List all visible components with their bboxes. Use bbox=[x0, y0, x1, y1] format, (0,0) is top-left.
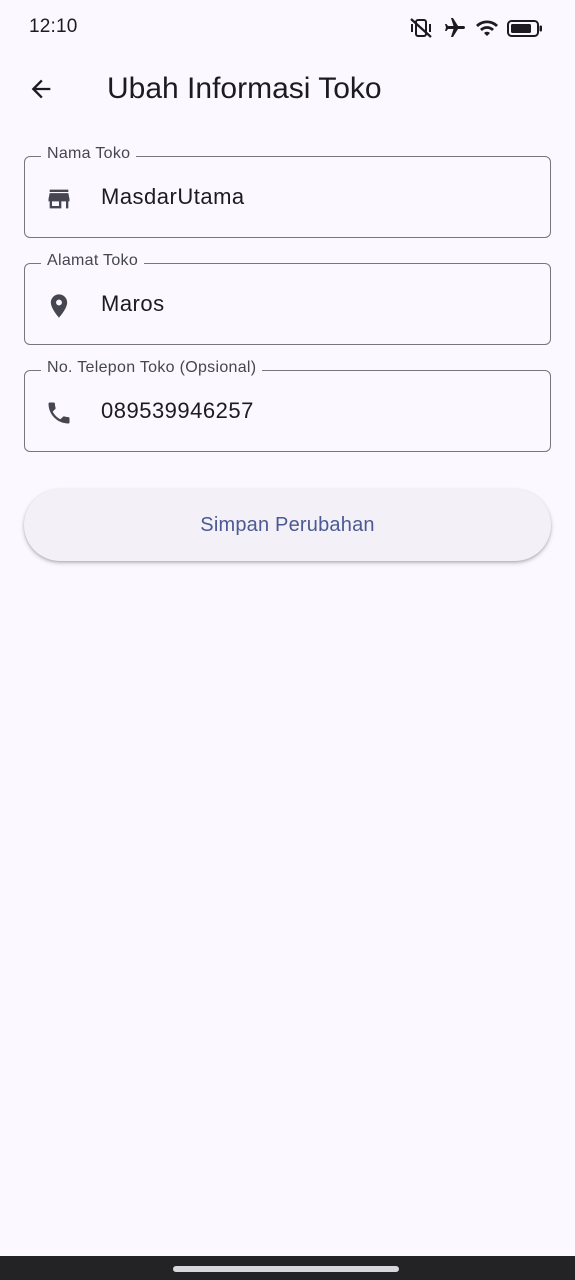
location-pin-icon bbox=[45, 292, 73, 320]
page-title: Ubah Informasi Toko bbox=[107, 72, 382, 105]
store-address-field[interactable]: Alamat Toko bbox=[24, 252, 551, 345]
back-button[interactable] bbox=[17, 67, 65, 115]
store-icon bbox=[45, 185, 73, 213]
airplane-icon bbox=[443, 16, 467, 40]
store-name-input[interactable] bbox=[101, 179, 531, 215]
store-name-label: Nama Toko bbox=[41, 145, 137, 163]
phone-icon bbox=[45, 399, 73, 427]
wifi-icon bbox=[475, 16, 499, 40]
store-name-field[interactable]: Nama Toko bbox=[24, 145, 551, 238]
system-nav-bar bbox=[0, 1256, 575, 1280]
store-phone-input[interactable] bbox=[101, 393, 531, 429]
battery-icon bbox=[507, 16, 543, 40]
status-icons bbox=[409, 16, 543, 40]
status-bar: 12:10 bbox=[0, 0, 575, 56]
arrow-left-icon bbox=[27, 75, 55, 108]
store-phone-label: No. Telepon Toko (Opsional) bbox=[41, 359, 263, 377]
save-button[interactable]: Simpan Perubahan bbox=[24, 489, 551, 561]
store-address-input[interactable] bbox=[101, 286, 531, 322]
store-address-label: Alamat Toko bbox=[41, 252, 145, 270]
vibrate-off-icon bbox=[409, 16, 435, 40]
app-bar: Ubah Informasi Toko bbox=[0, 62, 575, 120]
gesture-handle[interactable] bbox=[173, 1266, 399, 1272]
status-time: 12:10 bbox=[29, 16, 78, 37]
store-phone-field[interactable]: No. Telepon Toko (Opsional) bbox=[24, 359, 551, 452]
